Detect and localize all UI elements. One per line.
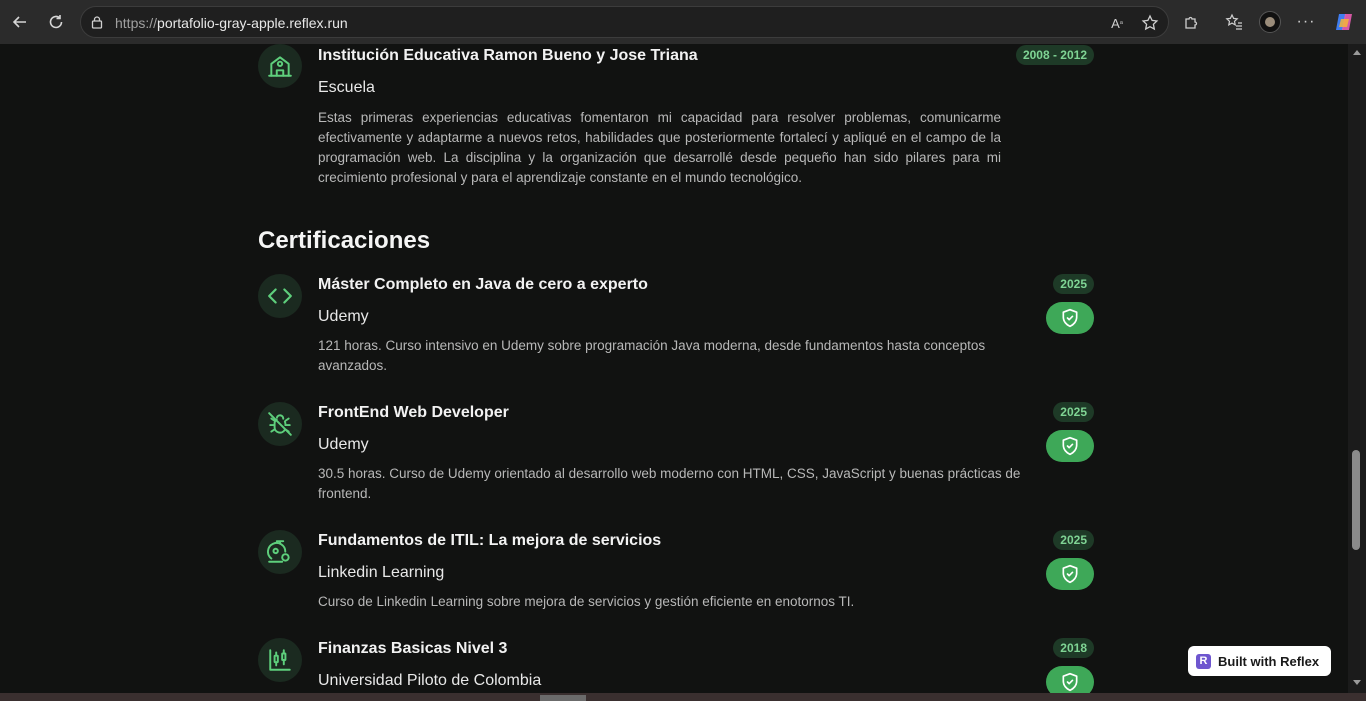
service-bell-icon [258, 530, 302, 574]
shield-check-icon [1062, 564, 1078, 584]
verify-certificate-button[interactable] [1046, 558, 1094, 590]
code-icon [258, 274, 302, 318]
certification-item: Fundamentos de ITIL: La mejora de servic… [258, 530, 1094, 620]
certifications-heading: Certificaciones [258, 227, 431, 254]
copilot-icon[interactable] [1332, 10, 1356, 34]
favorite-star-icon[interactable] [1140, 13, 1160, 33]
certification-year-badge: 2025 [1053, 274, 1094, 294]
certification-title: FrontEnd Web Developer [318, 404, 509, 421]
horizontal-scrollbar-thumb[interactable] [540, 695, 586, 701]
url-text[interactable]: https://portafolio-gray-apple.reflex.run [115, 15, 348, 31]
certification-title: Máster Completo en Java de cero a expert… [318, 276, 648, 293]
refresh-icon[interactable] [43, 9, 69, 35]
lock-icon[interactable] [89, 14, 105, 30]
verify-certificate-button[interactable] [1046, 666, 1094, 693]
certification-item: Finanzas Basicas Nivel 3 Universidad Pil… [258, 638, 1094, 693]
bug-off-icon [258, 402, 302, 446]
certification-description: 30.5 horas. Curso de Udemy orientado al … [318, 466, 1021, 501]
certification-issuer: Linkedin Learning [318, 564, 445, 581]
horizontal-scrollbar[interactable] [0, 693, 1366, 701]
candlestick-chart-icon [258, 638, 302, 682]
read-aloud-icon[interactable]: Aᵃ [1108, 14, 1126, 32]
education-year-badge: 2008 - 2012 [1015, 45, 1094, 65]
certification-issuer: Udemy [318, 436, 369, 453]
certification-issuer: Udemy [318, 308, 369, 325]
page-scrollbar[interactable] [1348, 44, 1366, 693]
scroll-down-arrow-icon[interactable] [1353, 680, 1361, 685]
profile-avatar[interactable] [1259, 11, 1281, 33]
certification-year-badge: 2018 [1053, 638, 1094, 658]
certification-description: 121 horas. Curso intensivo en Udemy sobr… [318, 338, 986, 373]
school-icon [258, 44, 302, 88]
portfolio-page: Institución Educativa Ramon Bueno y Jose… [0, 44, 1348, 693]
verify-certificate-button[interactable] [1046, 302, 1094, 334]
education-title: Institución Educativa Ramon Bueno y Jose… [318, 47, 698, 64]
education-subtitle: Escuela [318, 79, 375, 96]
education-description: Estas primeras experiencias educativas f… [318, 110, 1001, 185]
address-bar[interactable]: https://portafolio-gray-apple.reflex.run… [80, 6, 1169, 38]
certification-issuer: Universidad Piloto de Colombia [318, 672, 542, 689]
verify-certificate-button[interactable] [1046, 430, 1094, 462]
certification-title: Finanzas Basicas Nivel 3 [318, 640, 508, 657]
reflex-badge-label: Built with Reflex [1218, 653, 1320, 669]
built-with-reflex-badge[interactable]: R Built with Reflex [1188, 646, 1331, 676]
shield-check-icon [1062, 672, 1078, 692]
favorites-icon[interactable] [1224, 12, 1244, 32]
shield-check-icon [1062, 436, 1078, 456]
browser-toolbar: https://portafolio-gray-apple.reflex.run… [0, 0, 1366, 44]
certification-item: FrontEnd Web Developer Udemy 2025 30.5 h… [258, 402, 1094, 512]
shield-check-icon [1062, 308, 1078, 328]
certification-year-badge: 2025 [1053, 530, 1094, 550]
extensions-icon[interactable] [1182, 12, 1202, 32]
scroll-up-arrow-icon[interactable] [1353, 50, 1361, 55]
more-options-icon[interactable]: ··· [1296, 12, 1316, 32]
certification-title: Fundamentos de ITIL: La mejora de servic… [318, 532, 662, 549]
certification-item: Máster Completo en Java de cero a expert… [258, 274, 1094, 384]
back-arrow-icon[interactable] [7, 9, 33, 35]
certification-description: Curso de Linkedin Learning sobre mejora … [318, 594, 855, 609]
education-entry: Institución Educativa Ramon Bueno y Jose… [258, 44, 1094, 194]
certification-year-badge: 2025 [1053, 402, 1094, 422]
reflex-logo-icon: R [1196, 653, 1211, 669]
scrollbar-thumb[interactable] [1352, 450, 1360, 550]
